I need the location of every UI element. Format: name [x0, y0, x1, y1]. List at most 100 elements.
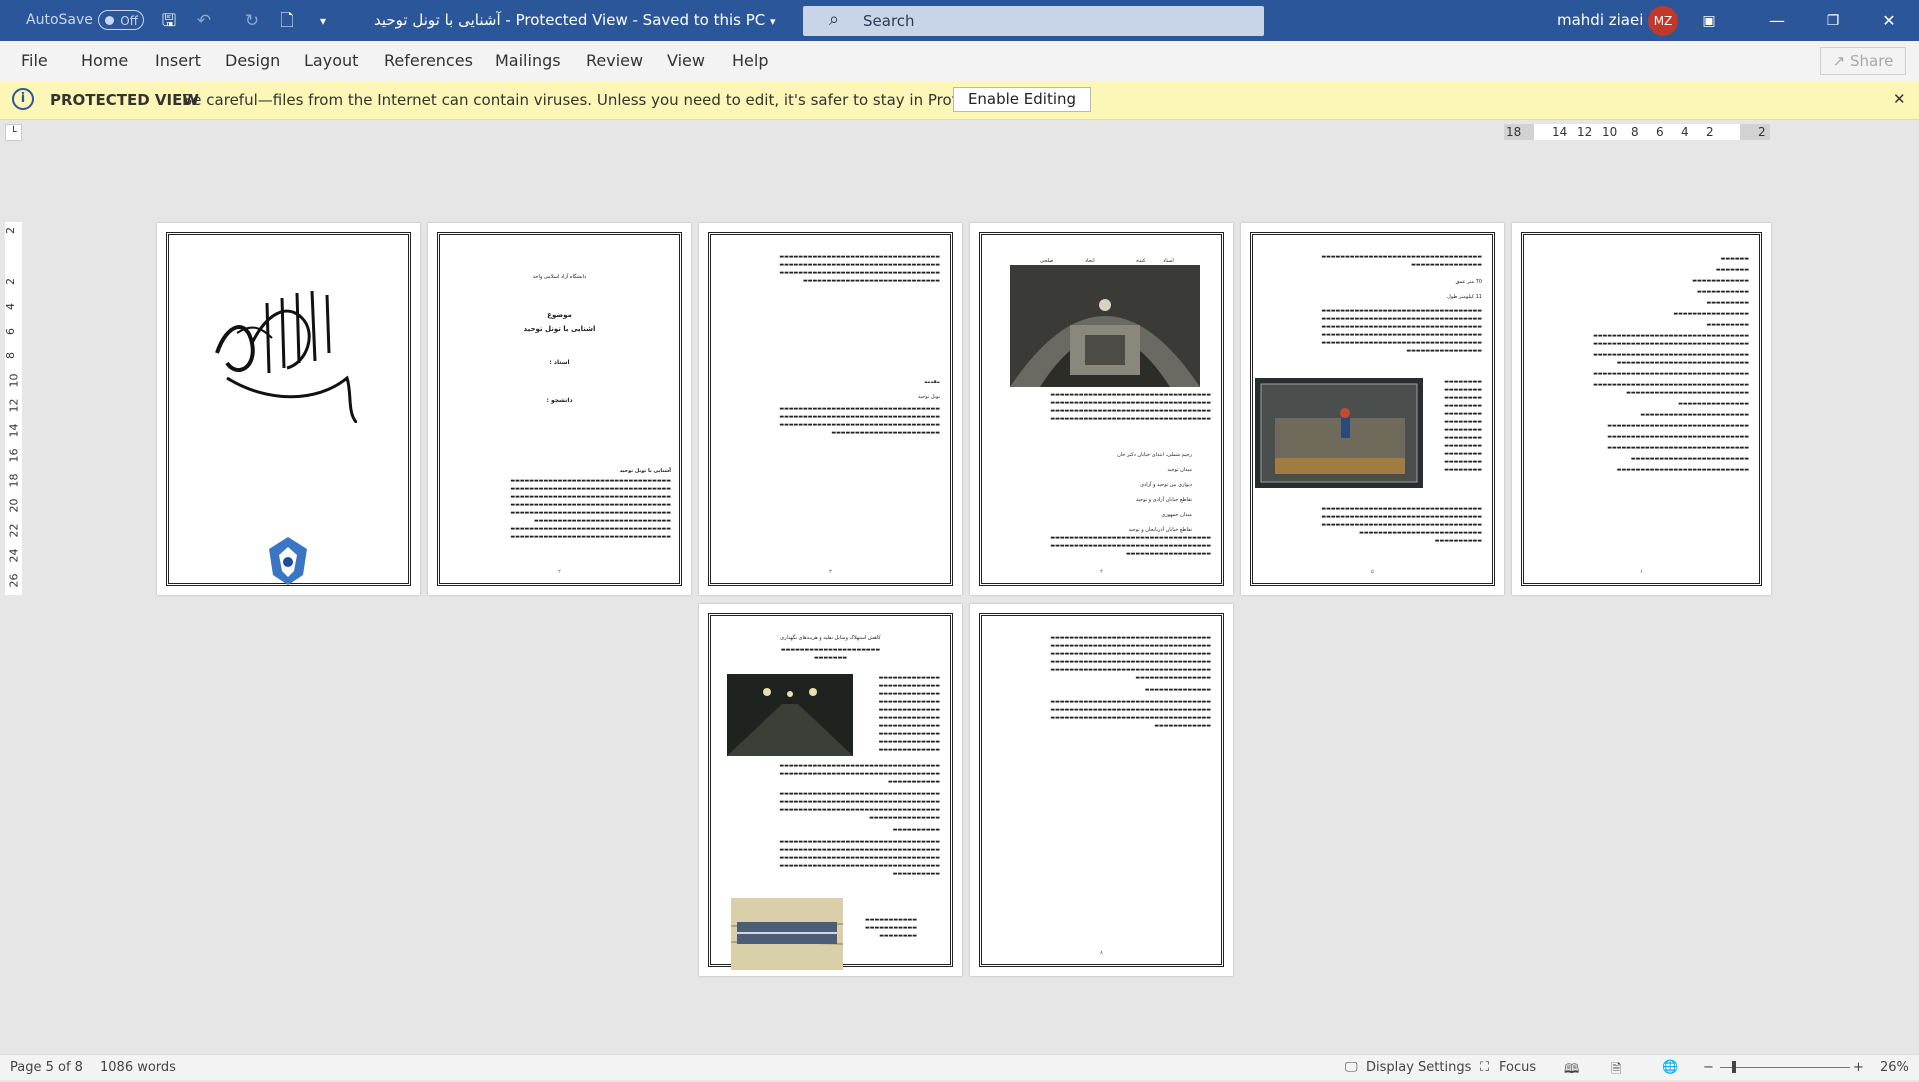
body-text: ▬▬▬▬▬▬▬▬▬▬▬▬▬▬▬▬▬▬▬▬▬▬▬▬▬▬▬▬▬▬▬▬▬▬▬▬▬▬▬▬…	[878, 675, 940, 753]
ruler-tick: 2	[4, 278, 17, 285]
ruler-tick: 6	[4, 328, 17, 335]
toggle-knob	[105, 16, 114, 25]
search-box[interactable]: ⌕ Search	[803, 6, 1264, 36]
sub-heading: تونل توحید	[918, 394, 940, 400]
page-number: ۲	[558, 569, 561, 575]
minimize-icon[interactable]: —	[1762, 8, 1792, 34]
ruler-tick: 16	[7, 448, 21, 463]
close-bar-icon[interactable]: ✕	[1893, 90, 1906, 108]
ruler-tick: 14	[1552, 125, 1568, 139]
body-text: ▬▬▬▬▬▬▬▬▬▬▬▬▬▬▬▬▬▬▬▬▬▬▬▬▬▬▬▬▬▬▬▬▬▬ ▬▬▬▬▬…	[1050, 635, 1211, 729]
zoom-slider-thumb[interactable]	[1732, 1061, 1736, 1073]
zoom-out-icon[interactable]: −	[1703, 1060, 1714, 1075]
web-layout-icon[interactable]: 🌐	[1662, 1060, 1678, 1075]
user-name[interactable]: mahdi ziaei	[1557, 11, 1643, 29]
page-8[interactable]: ▬▬▬▬▬▬▬▬▬▬▬▬▬▬▬▬▬▬▬▬▬▬▬▬▬▬▬▬▬▬▬▬▬▬ ▬▬▬▬▬…	[970, 604, 1233, 976]
list-item: دیواری بین توحید و آزادی	[1140, 482, 1192, 488]
title-dropdown-icon: ▾	[770, 15, 776, 28]
page-number: ۵	[1371, 569, 1374, 575]
caption-col: استاد	[1162, 258, 1174, 264]
page-7[interactable]: کاهش استهلاک وسایل نقلیه و هزینه‌های نگه…	[699, 604, 962, 976]
list-item: تقاطع خیابان آزادی و توحید	[1135, 497, 1192, 503]
tab-insert[interactable]: Insert	[155, 51, 201, 70]
page-number: ۸	[1100, 950, 1103, 956]
page-6[interactable]: ▬▬▬▬▬▬ ▬▬▬▬▬▬▬ ▬▬▬▬▬▬▬▬▬▬▬▬ ▬▬▬▬▬▬▬▬▬▬▬ …	[1512, 223, 1771, 595]
zoom-slider[interactable]	[1720, 1061, 1850, 1073]
ruler-tick: 8	[1631, 125, 1639, 139]
ruler-tick: 2	[1758, 125, 1766, 139]
fact-depth: 70 متر عمق	[1455, 279, 1482, 285]
display-settings-button[interactable]: Display Settings	[1366, 1060, 1471, 1075]
body-text: ▬▬▬▬▬▬▬▬▬▬▬ ▬▬▬▬▬▬▬▬▬▬▬ ▬▬▬▬▬▬▬▬	[865, 917, 917, 939]
tab-help[interactable]: Help	[732, 51, 768, 70]
document-title-text: آشنایی با تونل توحید - Protected View - …	[374, 11, 766, 29]
tab-review[interactable]: Review	[586, 51, 643, 70]
protected-view-bar: i PROTECTED VIEW Be careful—files from t…	[0, 81, 1919, 120]
avatar[interactable]: MZ	[1648, 6, 1678, 36]
page-indicator[interactable]: Page 5 of 8	[10, 1060, 83, 1075]
body-text: ▬▬▬▬▬▬▬▬▬▬▬▬▬▬▬▬▬▬▬▬▬▬▬▬▬▬▬▬▬▬▬▬▬▬▬▬▬▬▬▬…	[1444, 379, 1482, 473]
ruler-tick: 20	[7, 498, 21, 513]
page-1[interactable]	[157, 223, 420, 595]
share-button[interactable]: ↗ Share	[1820, 47, 1906, 75]
page-number: ۳	[829, 569, 832, 575]
share-icon: ↗	[1832, 52, 1846, 70]
ruler-tick: 18	[1506, 125, 1522, 139]
page-4[interactable]: استاد کنده انحاد صلحی ▬▬▬▬▬▬▬▬▬▬▬▬▬▬▬▬▬▬…	[970, 223, 1233, 595]
autosave-label: AutoSave	[26, 12, 93, 28]
customize-qat-icon[interactable]: ▾	[312, 10, 334, 32]
page-2[interactable]: دانشگاه آزاد اسلامی واحد موضوع آشنایی با…	[428, 223, 691, 595]
ruler-tick: 12	[1577, 125, 1593, 139]
caption-col: انحاد	[1084, 258, 1095, 264]
ruler-tick: 10	[1602, 125, 1618, 139]
tab-selector[interactable]: └	[5, 124, 22, 141]
ruler-tick: 22	[7, 523, 21, 538]
tab-home[interactable]: Home	[81, 51, 128, 70]
section-heading: مقدمه	[924, 379, 940, 385]
document-title[interactable]: آشنایی با تونل توحید - Protected View - …	[374, 11, 776, 29]
spec-list: ▬▬▬▬▬▬ ▬▬▬▬▬▬▬ ▬▬▬▬▬▬▬▬▬▬▬▬ ▬▬▬▬▬▬▬▬▬▬▬ …	[1593, 256, 1749, 473]
search-icon: ⌕	[829, 9, 840, 30]
enable-editing-button[interactable]: Enable Editing	[953, 87, 1091, 112]
word-count[interactable]: 1086 words	[100, 1060, 176, 1075]
close-icon[interactable]: ✕	[1874, 8, 1904, 34]
page-number: ۶	[1640, 569, 1643, 575]
horizontal-ruler[interactable]: 18 14 12 10 8 6 4 2 2	[1504, 124, 1770, 140]
undo-icon[interactable]: ↶	[193, 10, 215, 32]
ribbon-display-options-icon[interactable]: ▣	[1694, 8, 1724, 34]
page-5[interactable]: ▬▬▬▬▬▬▬▬▬▬▬▬▬▬▬▬▬▬▬▬▬▬▬▬▬▬▬▬▬▬▬▬▬▬ ▬▬▬▬▬…	[1241, 223, 1504, 595]
page-3[interactable]: ▬▬▬▬▬▬▬▬▬▬▬▬▬▬▬▬▬▬▬▬▬▬▬▬▬▬▬▬▬▬▬▬▬▬ ▬▬▬▬▬…	[699, 223, 962, 595]
tab-design[interactable]: Design	[225, 51, 280, 70]
tab-mailings[interactable]: Mailings	[495, 51, 561, 70]
vertical-ruler[interactable]: 2 2 4 6 8 10 12 14 16 18 20 22 24 26	[4, 222, 22, 595]
tunnel-lights-photo	[727, 674, 853, 756]
autosave-toggle[interactable]: Off	[98, 10, 144, 30]
redo-icon[interactable]: ↻	[241, 10, 263, 32]
ruler-tick: 2	[4, 227, 17, 234]
zoom-in-icon[interactable]: +	[1853, 1060, 1864, 1075]
student-label: دانشجو :	[546, 397, 573, 404]
ruler-tick: 8	[4, 352, 17, 359]
save-icon[interactable]: 🖫	[158, 10, 180, 32]
tab-file[interactable]: File	[21, 51, 48, 70]
map-photo	[731, 898, 843, 970]
bismillah-calligraphy	[215, 290, 357, 423]
restore-icon[interactable]: ❐	[1818, 8, 1848, 34]
tab-layout[interactable]: Layout	[304, 51, 358, 70]
body-text: ▬▬▬▬▬▬▬▬▬▬▬▬▬▬▬▬▬▬▬▬▬▬▬▬▬▬▬▬▬▬▬▬▬▬ ▬▬▬▬▬…	[779, 406, 940, 436]
tab-references[interactable]: References	[384, 51, 473, 70]
subject-label: موضوع	[547, 311, 572, 319]
body-text: ▬▬▬▬▬▬▬▬▬▬▬▬▬▬▬▬▬▬▬▬▬▬▬▬▬▬▬▬▬▬▬▬▬▬ ▬▬▬▬▬…	[1050, 392, 1211, 422]
focus-button[interactable]: Focus	[1499, 1060, 1536, 1075]
ruler-tick: 12	[7, 398, 21, 413]
info-icon: i	[12, 88, 34, 110]
list-item: تقاطع خیابان آذربایجان و توحید	[1128, 527, 1192, 533]
construction-photo	[1255, 378, 1423, 488]
new-document-icon[interactable]: 🗋	[276, 10, 298, 32]
tab-view[interactable]: View	[667, 51, 705, 70]
body-text: ▬▬▬▬▬▬▬▬▬▬▬▬▬▬▬▬▬▬▬▬▬▬▬▬▬▬▬▬▬▬▬▬▬▬ ▬▬▬▬▬…	[779, 763, 940, 877]
ruler-tick: 18	[7, 473, 21, 488]
zoom-level[interactable]: 26%	[1880, 1060, 1909, 1075]
body-text: ▬▬▬▬▬▬▬▬▬▬▬▬▬▬▬▬▬▬▬▬▬▬▬▬▬▬▬▬▬▬▬▬▬▬ ▬▬▬▬▬…	[1321, 308, 1482, 354]
university-name: دانشگاه آزاد اسلامی واحد	[532, 274, 587, 280]
